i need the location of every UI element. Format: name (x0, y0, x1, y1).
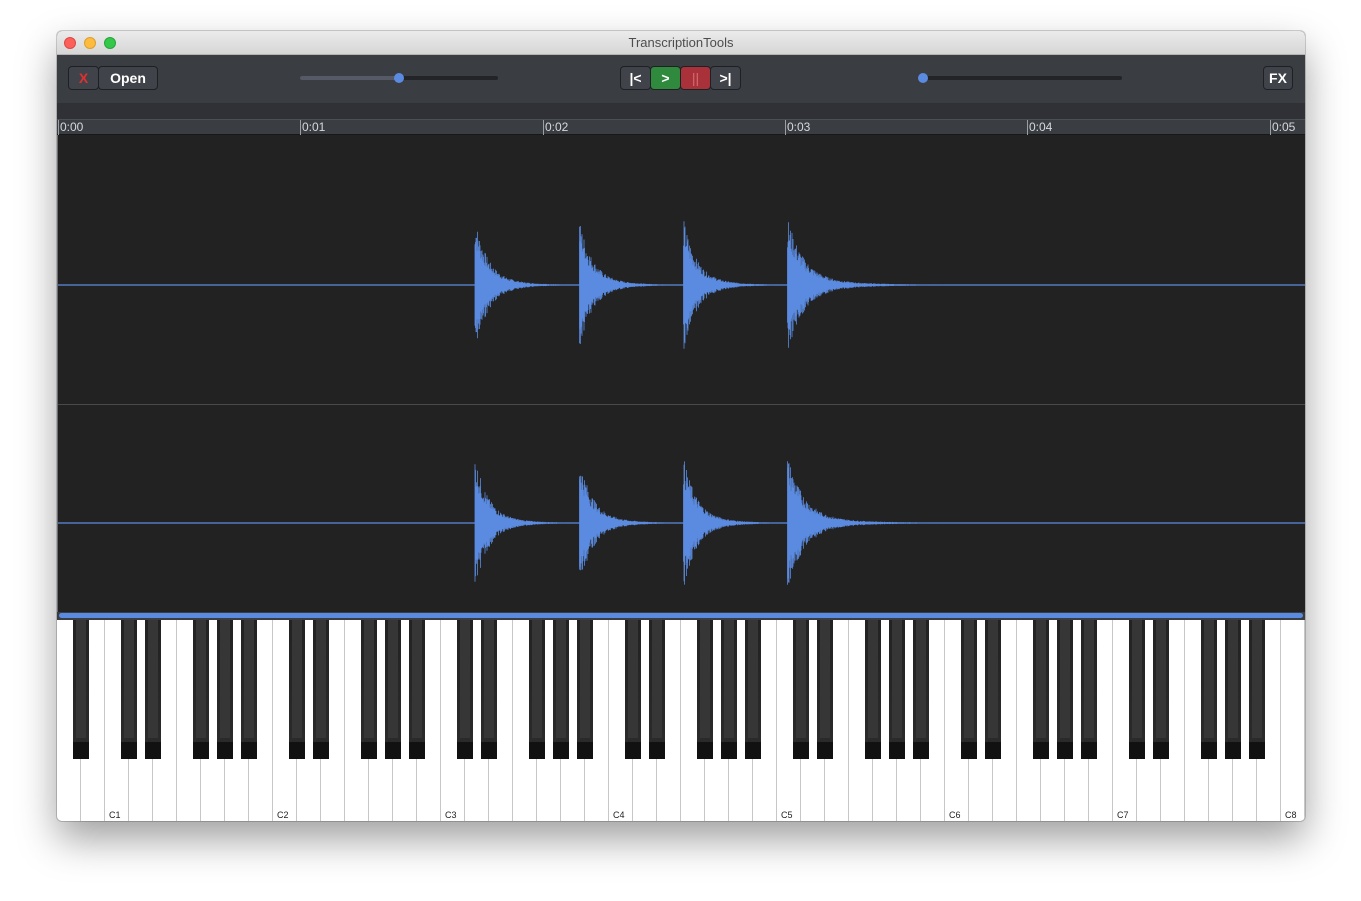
piano-black-key[interactable] (1225, 620, 1241, 759)
piano-black-key[interactable] (217, 620, 233, 759)
piano-black-key[interactable] (961, 620, 977, 759)
piano-black-key[interactable] (553, 620, 569, 759)
octave-label: C6 (949, 810, 961, 820)
piano-black-key[interactable] (745, 620, 761, 759)
waveform-view[interactable] (57, 135, 1305, 613)
piano-black-key[interactable] (385, 620, 401, 759)
timeline-tick: 0:01 (300, 120, 326, 135)
waveform-svg (58, 221, 1305, 585)
piano-white-key[interactable]: C8 (1281, 620, 1305, 821)
scrollbar-thumb[interactable] (59, 613, 1303, 618)
piano-black-key[interactable] (625, 620, 641, 759)
piano-black-key[interactable] (529, 620, 545, 759)
waveform-signal (474, 221, 951, 349)
timeline-tick: 0:00 (58, 120, 84, 135)
timeline-tick: 0:05 (1270, 120, 1296, 135)
fx-button[interactable]: FX (1263, 66, 1293, 90)
waveform-channel-1 (58, 221, 1305, 349)
title-bar: TranscriptionTools (57, 31, 1305, 55)
timeline-tick: 0:04 (1027, 120, 1053, 135)
play-button[interactable]: > (650, 66, 681, 90)
position-slider-thumb[interactable] (918, 73, 928, 83)
piano-black-key[interactable] (361, 620, 377, 759)
piano-black-key[interactable] (481, 620, 497, 759)
timeline-ruler[interactable]: 0:00 0:01 0:02 0:03 0:04 0:05 (57, 119, 1305, 135)
piano-black-key[interactable] (913, 620, 929, 759)
speed-slider-fill (300, 76, 399, 80)
octave-label: C7 (1117, 810, 1129, 820)
piano-black-key[interactable] (577, 620, 593, 759)
octave-label: C2 (277, 810, 289, 820)
piano-black-key[interactable] (721, 620, 737, 759)
piano-black-key[interactable] (409, 620, 425, 759)
piano-black-key[interactable] (1249, 620, 1265, 759)
piano-black-key[interactable] (193, 620, 209, 759)
toolbar: X Open |< > || >| FX (57, 55, 1305, 103)
piano-black-key[interactable] (289, 620, 305, 759)
piano-black-key[interactable] (457, 620, 473, 759)
piano-black-key[interactable] (985, 620, 1001, 759)
waveform-channel-2 (58, 461, 1305, 585)
piano-black-key[interactable] (145, 620, 161, 759)
piano-keyboard[interactable]: C1 C2 C3 C4 C5 C6 C7 C8 (57, 620, 1305, 821)
piano-black-key[interactable] (313, 620, 329, 759)
pause-button[interactable]: || (680, 66, 711, 90)
piano-black-key[interactable] (793, 620, 809, 759)
piano-black-key[interactable] (817, 620, 833, 759)
piano-black-key[interactable] (241, 620, 257, 759)
speed-slider[interactable] (300, 71, 498, 85)
piano-black-key[interactable] (697, 620, 713, 759)
piano-black-key[interactable] (1057, 620, 1073, 759)
octave-label: C5 (781, 810, 793, 820)
open-file-button[interactable]: Open (98, 66, 158, 90)
close-file-button[interactable]: X (68, 66, 99, 90)
piano-black-key[interactable] (1033, 620, 1049, 759)
app-window: TranscriptionTools X Open |< > || >| FX … (57, 31, 1305, 821)
timeline-tick: 0:03 (785, 120, 811, 135)
piano-black-key[interactable] (889, 620, 905, 759)
piano-black-key[interactable] (1201, 620, 1217, 759)
piano-black-key[interactable] (1081, 620, 1097, 759)
piano-black-key[interactable] (865, 620, 881, 759)
skip-forward-button[interactable]: >| (710, 66, 741, 90)
speed-slider-thumb[interactable] (394, 73, 404, 83)
piano-black-key[interactable] (1129, 620, 1145, 759)
piano-black-key[interactable] (121, 620, 137, 759)
octave-label: C8 (1285, 810, 1297, 820)
piano-black-key[interactable] (1153, 620, 1169, 759)
octave-label: C1 (109, 810, 121, 820)
horizontal-scrollbar[interactable] (57, 612, 1305, 620)
skip-back-button[interactable]: |< (620, 66, 651, 90)
octave-label: C4 (613, 810, 625, 820)
waveform-signal (474, 461, 951, 585)
position-slider[interactable] (918, 71, 1122, 85)
position-slider-track (922, 76, 1122, 80)
window-title: TranscriptionTools (628, 35, 734, 50)
piano-black-key[interactable] (73, 620, 89, 759)
piano-black-key[interactable] (649, 620, 665, 759)
octave-label: C3 (445, 810, 457, 820)
timeline-tick: 0:02 (543, 120, 569, 135)
